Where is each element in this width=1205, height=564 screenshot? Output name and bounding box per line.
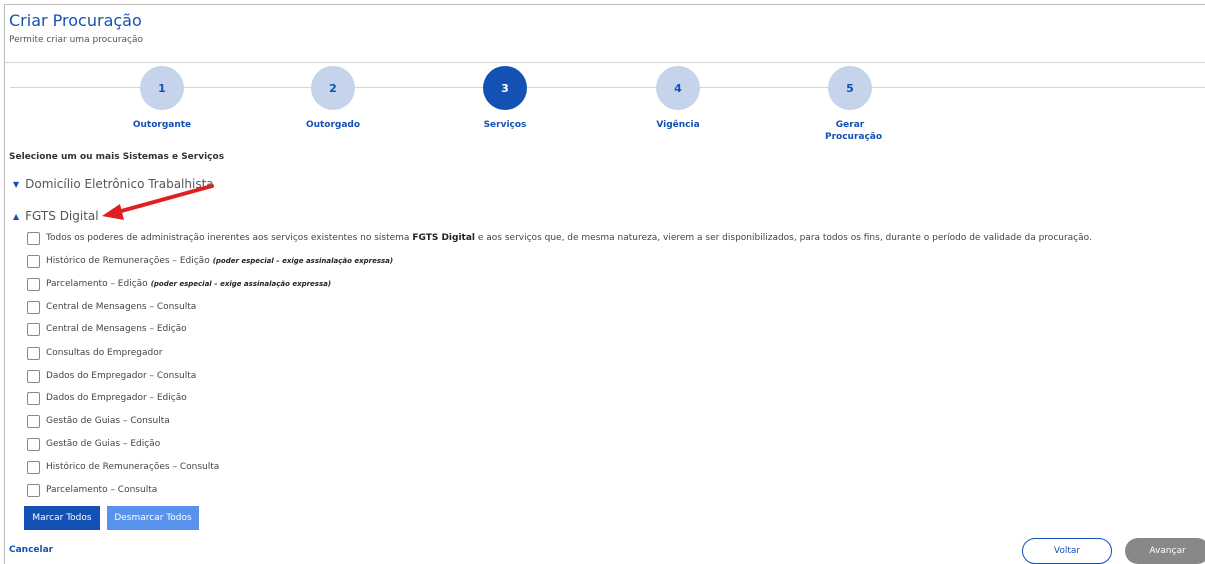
service-checkbox[interactable] [27, 300, 40, 314]
service-checkbox[interactable] [27, 322, 40, 336]
service-checkbox[interactable] [27, 277, 40, 291]
service-label: Parcelamento – Edição [46, 279, 148, 289]
service-checkbox[interactable] [27, 483, 40, 497]
page-title: Criar Procuração [9, 11, 142, 30]
service-option[interactable]: Central de Mensagens – Edição [27, 321, 187, 337]
step-number: 4 [656, 66, 700, 110]
service-label: Histórico de Remunerações – Edição [46, 256, 210, 266]
service-checkbox[interactable] [27, 460, 40, 474]
service-option[interactable]: Gestão de Guias – Consulta [27, 413, 170, 429]
step-label: Gerar Procuração [825, 120, 883, 142]
service-label: Histórico de Remunerações – Consulta [46, 462, 220, 472]
service-option[interactable]: Central de Mensagens – Consulta [27, 299, 196, 315]
service-note: (poder especial – exige assinalação expr… [212, 257, 394, 265]
service-note: (poder especial – exige assinalação expr… [150, 280, 332, 288]
service-label: Central de Mensagens – Consulta [46, 302, 197, 312]
service-option[interactable]: Histórico de Remunerações – Consulta [27, 459, 219, 475]
step-servicos[interactable]: 3 Serviços [445, 66, 565, 131]
step-number: 3 [483, 66, 527, 110]
step-label: Vigência [656, 120, 700, 130]
service-checkbox[interactable] [27, 414, 40, 428]
step-number: 2 [311, 66, 355, 110]
step-vigencia[interactable]: 4 Vigência [618, 66, 738, 131]
step-gerar-procuracao[interactable]: 5 Gerar Procuração [790, 66, 910, 143]
service-checkbox[interactable] [27, 231, 40, 245]
group-fgts-digital[interactable]: ▲ FGTS Digital [13, 209, 99, 223]
service-label: Parcelamento – Consulta [46, 485, 158, 495]
service-label: Gestão de Guias – Consulta [46, 416, 170, 426]
back-button[interactable]: Voltar [1022, 538, 1112, 564]
annotation-arrow [102, 184, 214, 220]
step-number: 1 [140, 66, 184, 110]
service-option[interactable]: Consultas do Empregador [27, 345, 162, 361]
all-powers-text-bold: FGTS Digital [412, 233, 476, 243]
service-option[interactable]: Parcelamento – Consulta [27, 482, 157, 498]
service-label: Consultas do Empregador [46, 348, 163, 358]
next-button[interactable]: Avançar [1125, 538, 1205, 564]
service-checkbox[interactable] [27, 391, 40, 405]
chevron-up-icon: ▲ [13, 211, 20, 221]
all-powers-text-pre: Todos os poderes de administração ineren… [46, 233, 410, 243]
service-label: Central de Mensagens – Edição [46, 324, 187, 334]
service-option[interactable]: Dados do Empregador – Consulta [27, 368, 196, 384]
service-checkbox[interactable] [27, 369, 40, 383]
select-all-button[interactable]: Marcar Todos [24, 506, 100, 530]
chevron-down-icon: ▼ [13, 179, 20, 189]
service-option[interactable]: Histórico de Remunerações – Edição (pode… [27, 253, 393, 269]
service-label: Dados do Empregador – Edição [46, 393, 187, 403]
service-checkbox[interactable] [27, 346, 40, 360]
group-label: FGTS Digital [25, 209, 99, 223]
deselect-all-button[interactable]: Desmarcar Todos [107, 506, 199, 530]
step-label: Outorgante [132, 120, 192, 130]
service-checkbox[interactable] [27, 437, 40, 451]
step-outorgante[interactable]: 1 Outorgante [102, 66, 222, 131]
header-divider [5, 62, 1205, 63]
service-option-all-powers[interactable]: Todos os poderes de administração ineren… [27, 230, 1092, 246]
service-label: Dados do Empregador – Consulta [46, 371, 197, 381]
section-label: Selecione um ou mais Sistemas e Serviços [9, 152, 225, 162]
step-label: Outorgado [305, 120, 361, 130]
service-option[interactable]: Gestão de Guias – Edição [27, 436, 160, 452]
step-label: Serviços [483, 120, 527, 130]
all-powers-text-post: e aos serviços que, de mesma natureza, v… [477, 233, 1092, 243]
service-option[interactable]: Dados do Empregador – Edição [27, 390, 187, 406]
service-option[interactable]: Parcelamento – Edição (poder especial – … [27, 276, 331, 292]
step-outorgado[interactable]: 2 Outorgado [273, 66, 393, 131]
service-label: Todos os poderes de administração ineren… [46, 233, 1092, 243]
service-checkbox[interactable] [27, 254, 40, 268]
step-number: 5 [828, 66, 872, 110]
cancel-link[interactable]: Cancelar [9, 545, 53, 555]
service-label: Gestão de Guias – Edição [46, 439, 161, 449]
page-subtitle: Permite criar uma procuração [9, 35, 144, 45]
